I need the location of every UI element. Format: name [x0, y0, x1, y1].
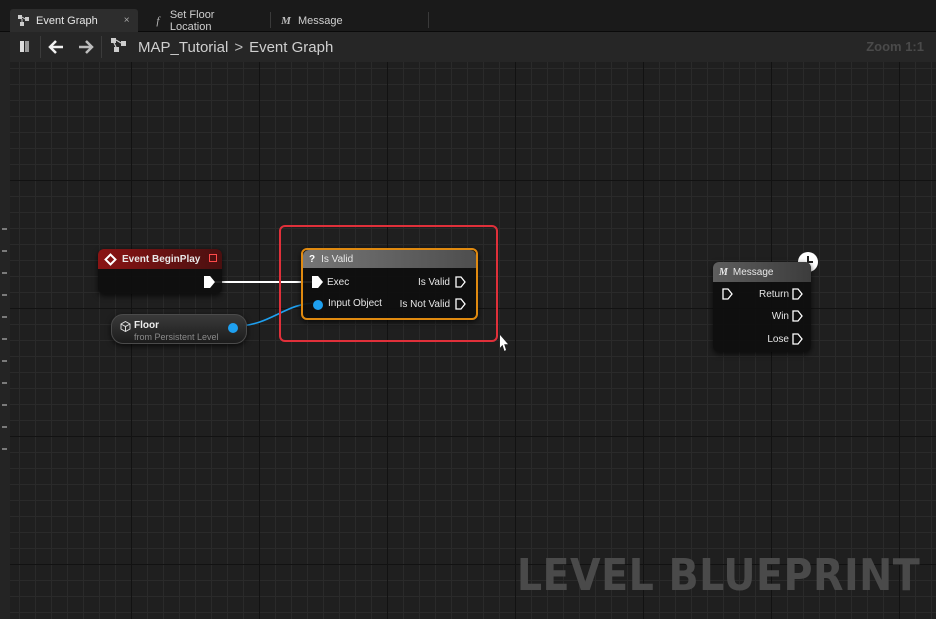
breadcrumb-map[interactable]: MAP_Tutorial: [138, 39, 228, 56]
back-arrow-icon[interactable]: [41, 32, 71, 62]
node-subtitle: from Persistent Level: [134, 332, 219, 342]
is-valid-pin[interactable]: [455, 276, 466, 288]
tab-label: Event Graph: [36, 14, 98, 27]
input-object-label: Input Object: [328, 298, 382, 309]
node-title: Is Valid: [321, 253, 354, 265]
bookmark-icon[interactable]: [10, 32, 40, 62]
tab-set-floor-location[interactable]: f Set Floor Location: [144, 8, 266, 33]
graph-icon: [110, 37, 128, 57]
level-blueprint-watermark: LEVEL BLUEPRINT: [516, 550, 920, 601]
left-panel-strip: [0, 32, 10, 619]
breadcrumb-separator: >: [234, 38, 244, 56]
macro-icon: M: [281, 14, 291, 27]
floor-reference-node[interactable]: Floor from Persistent Level: [111, 314, 247, 344]
lose-label: Lose: [767, 334, 789, 345]
node-header: Event BeginPlay: [98, 249, 222, 269]
is-not-valid-label: Is Not Valid: [399, 299, 450, 310]
node-header: M Message: [713, 262, 811, 282]
exec-out-pin[interactable]: [204, 276, 215, 288]
tab-event-graph[interactable]: Event Graph ×: [10, 9, 138, 32]
breadcrumb: MAP_Tutorial > Event Graph: [110, 37, 333, 57]
event-beginplay-node[interactable]: Event BeginPlay: [98, 249, 222, 294]
is-valid-node[interactable]: ? Is Valid Exec Is Valid Input Object Is…: [301, 248, 478, 320]
node-title: Floor: [134, 320, 159, 331]
cube-icon: [120, 320, 131, 335]
tab-label: Message: [298, 14, 343, 27]
close-icon[interactable]: ×: [124, 15, 130, 26]
graph-toolbar: MAP_Tutorial > Event Graph Zoom 1:1: [10, 32, 936, 62]
is-not-valid-pin[interactable]: [455, 298, 466, 310]
object-out-pin[interactable]: [228, 323, 238, 333]
win-pin[interactable]: [792, 310, 803, 322]
is-valid-label: Is Valid: [417, 277, 450, 288]
tab-label: Set Floor Location: [169, 8, 215, 33]
node-title: Event BeginPlay: [122, 253, 201, 265]
forward-arrow-icon[interactable]: [71, 32, 101, 62]
return-pin[interactable]: [792, 288, 803, 300]
function-icon: f: [156, 14, 160, 27]
event-graph-icon: [18, 14, 30, 27]
exec-label: Exec: [327, 277, 350, 288]
input-object-pin[interactable]: [313, 300, 323, 310]
exec-in-pin[interactable]: [722, 288, 733, 300]
question-icon: ?: [309, 253, 316, 265]
breadcrumb-graph[interactable]: Event Graph: [249, 39, 333, 56]
return-label: Return: [758, 289, 789, 300]
tab-bar: Event Graph × f Set Floor Location M Mes…: [0, 0, 936, 33]
win-label: Win: [771, 311, 789, 322]
exec-in-pin[interactable]: [312, 276, 323, 288]
tab-message[interactable]: M Message: [272, 9, 352, 32]
message-macro-node[interactable]: M Message Return Win Lose: [713, 262, 811, 352]
node-header: ? Is Valid: [303, 250, 476, 268]
zoom-label: Zoom 1:1: [866, 39, 924, 54]
event-icon: [104, 252, 117, 266]
node-title: Message: [732, 266, 774, 278]
lose-pin[interactable]: [792, 333, 803, 345]
delegate-pin[interactable]: [209, 254, 217, 262]
macro-icon: M: [719, 266, 728, 278]
